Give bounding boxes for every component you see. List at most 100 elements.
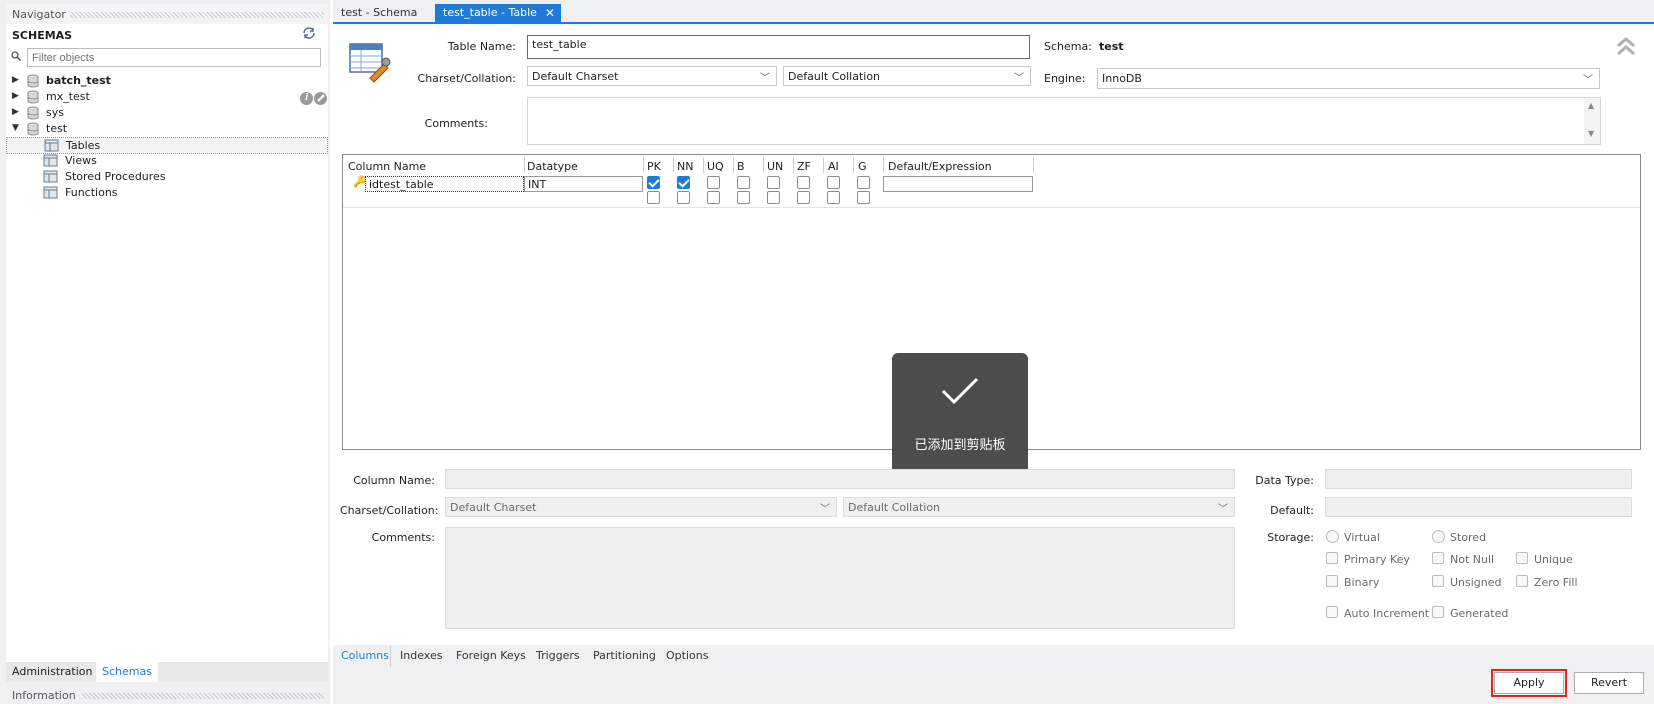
ai-checkbox[interactable] (827, 191, 840, 204)
not-null-checkbox[interactable] (1432, 552, 1444, 564)
un-checkbox[interactable] (767, 176, 780, 189)
tab-foreign-keys[interactable]: Foreign Keys (456, 649, 526, 662)
checkmark-icon (941, 377, 979, 405)
close-icon[interactable]: ✕ (545, 6, 555, 20)
primary-key-label: Primary Key (1344, 553, 1410, 566)
pk-checkbox[interactable] (647, 191, 660, 204)
col-header-un[interactable]: UN (767, 160, 783, 173)
schema-label: mx_test (46, 90, 90, 103)
tab-options[interactable]: Options (666, 649, 708, 662)
wrench-icon[interactable] (314, 92, 327, 105)
collapse-header-icon[interactable] (1614, 34, 1638, 58)
un-checkbox[interactable] (767, 191, 780, 204)
tree-item-tables[interactable]: Tables (6, 137, 328, 154)
schema-item-sys[interactable]: ▶ sys (6, 105, 328, 121)
g-checkbox[interactable] (857, 176, 870, 189)
primary-key-checkbox[interactable] (1326, 552, 1338, 564)
editor-bottom-tabs: Columns Indexes Foreign Keys Triggers Pa… (333, 645, 1654, 667)
database-icon (27, 74, 39, 88)
comments-scrollbar[interactable]: ▲ ▼ (1584, 98, 1600, 144)
data-type-input[interactable] (1325, 469, 1632, 489)
schemas-header: SCHEMAS (12, 29, 73, 42)
detail-comments-textarea[interactable] (445, 527, 1235, 629)
col-header-nn[interactable]: NN (677, 160, 693, 173)
storage-label: Storage: (1267, 531, 1314, 544)
tab-administration[interactable]: Administration (6, 662, 99, 682)
col-header-b[interactable]: B (737, 160, 745, 173)
column-name-cell[interactable]: idtest_table (365, 176, 524, 192)
b-checkbox[interactable] (737, 176, 750, 189)
binary-checkbox[interactable] (1326, 575, 1338, 587)
nn-checkbox[interactable] (677, 191, 690, 204)
expand-arrow-icon[interactable]: ▶ (12, 91, 19, 101)
tree-item-stored-procedures[interactable]: Stored Procedures (6, 169, 328, 185)
tab-test-table[interactable]: test_table - Table ✕ (435, 4, 561, 24)
detail-comments-label: Comments: (371, 531, 435, 544)
engine-select[interactable]: InnoDB ﹀ (1097, 68, 1600, 89)
engine-label: Engine: (1044, 72, 1086, 85)
unique-checkbox[interactable] (1516, 552, 1528, 564)
col-header-datatype[interactable]: Datatype (527, 160, 578, 173)
charset-value: Default Charset (532, 70, 619, 83)
tab-partitioning[interactable]: Partitioning (593, 649, 656, 662)
revert-button[interactable]: Revert (1574, 672, 1644, 694)
collapse-arrow-icon[interactable]: ▼ (12, 123, 19, 133)
ai-checkbox[interactable] (827, 176, 840, 189)
detail-charset-select[interactable]: Default Charset ﹀ (445, 497, 837, 517)
schema-item-test[interactable]: ▼ test (6, 121, 328, 137)
stored-label: Stored (1450, 531, 1487, 544)
uq-checkbox[interactable] (707, 176, 720, 189)
schema-item-batch-test[interactable]: ▶ batch_test (6, 73, 328, 89)
tables-folder-icon (44, 139, 59, 152)
collation-select[interactable]: Default Collation ﹀ (783, 66, 1031, 86)
zf-checkbox[interactable] (797, 176, 810, 189)
table-comments-textarea[interactable]: ▲ ▼ (527, 97, 1601, 145)
b-checkbox[interactable] (737, 191, 750, 204)
info-icon[interactable]: i (300, 92, 313, 105)
schema-label: batch_test (46, 74, 111, 87)
col-header-zf[interactable]: ZF (797, 160, 811, 173)
refresh-icon[interactable] (302, 27, 316, 42)
col-header-uq[interactable]: UQ (707, 160, 724, 173)
tab-test-schema[interactable]: test - Schema (333, 4, 425, 24)
schema-item-mx-test[interactable]: ▶ mx_test (6, 89, 328, 105)
tab-label: test_table - Table (443, 6, 537, 19)
col-header-pk[interactable]: PK (647, 160, 661, 173)
tab-indexes[interactable]: Indexes (400, 649, 442, 662)
expand-arrow-icon[interactable]: ▶ (12, 75, 19, 85)
views-folder-icon (43, 154, 58, 167)
tree-item-views[interactable]: Views (6, 153, 328, 169)
tab-triggers[interactable]: Triggers (536, 649, 580, 662)
generated-checkbox[interactable] (1432, 606, 1444, 618)
virtual-radio[interactable] (1326, 530, 1339, 543)
generated-label: Generated (1450, 607, 1509, 620)
table-name-input[interactable]: test_table (527, 35, 1030, 59)
uq-checkbox[interactable] (707, 191, 720, 204)
tab-columns[interactable]: Columns (341, 649, 389, 662)
detail-collation-select[interactable]: Default Collation ﹀ (843, 497, 1235, 517)
column-name-input[interactable] (445, 469, 1235, 489)
unsigned-checkbox[interactable] (1432, 575, 1444, 587)
nn-checkbox[interactable] (677, 176, 690, 189)
default-expression-cell[interactable] (883, 176, 1033, 192)
col-header-g[interactable]: G (858, 160, 867, 173)
scroll-up-icon[interactable]: ▲ (1588, 101, 1594, 110)
expand-arrow-icon[interactable]: ▶ (12, 107, 19, 117)
col-header-name[interactable]: Column Name (348, 160, 426, 173)
zf-checkbox[interactable] (797, 191, 810, 204)
col-header-default[interactable]: Default/Expression (888, 160, 992, 173)
pk-checkbox[interactable] (647, 176, 660, 189)
charset-select[interactable]: Default Charset ﹀ (527, 66, 777, 86)
filter-objects-input[interactable] (27, 48, 321, 67)
default-input[interactable] (1325, 497, 1632, 517)
col-header-ai[interactable]: AI (828, 160, 839, 173)
stored-radio[interactable] (1432, 530, 1445, 543)
auto-increment-checkbox[interactable] (1326, 606, 1338, 618)
tab-schemas[interactable]: Schemas (96, 662, 158, 682)
scroll-down-icon[interactable]: ▼ (1588, 129, 1594, 138)
g-checkbox[interactable] (857, 191, 870, 204)
tree-item-functions[interactable]: Functions (6, 185, 328, 201)
apply-button[interactable]: Apply (1491, 669, 1567, 697)
zero-fill-checkbox[interactable] (1516, 575, 1528, 587)
datatype-cell[interactable]: INT (524, 176, 643, 192)
